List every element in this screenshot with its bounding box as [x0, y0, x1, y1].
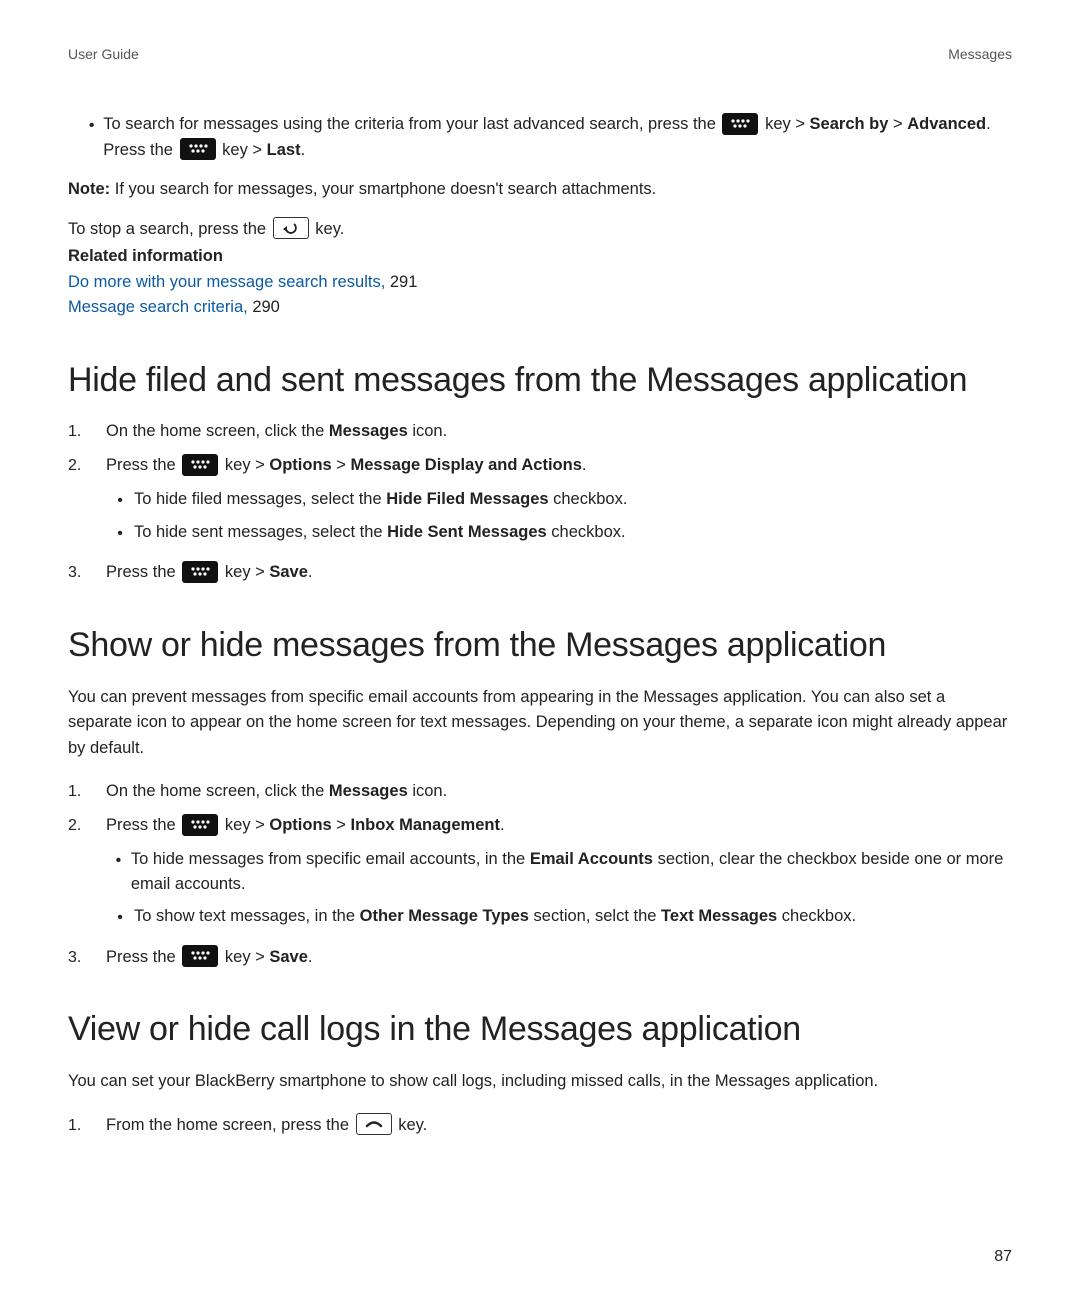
- blackberry-key-icon: [182, 561, 218, 583]
- page-header: User Guide Messages: [68, 46, 1012, 62]
- bullet-marker: •: [106, 904, 134, 931]
- bullet-marker: •: [106, 847, 131, 898]
- section-a-steps: 1. On the home screen, click the Message…: [68, 419, 1012, 586]
- step-content: From the home screen, press the key.: [106, 1113, 1012, 1139]
- substeps: • To hide messages from specific email a…: [106, 847, 1012, 931]
- substep: • To hide messages from specific email a…: [106, 847, 1012, 898]
- section-b-paragraph: You can prevent messages from specific e…: [68, 685, 1012, 762]
- note-text: If you search for messages, your smartph…: [110, 180, 656, 198]
- substep: • To hide sent messages, select the Hide…: [106, 520, 1012, 547]
- step-content: Press the key > Options > Message Displa…: [106, 453, 1012, 552]
- section-show-hide-messages-title: Show or hide messages from the Messages …: [68, 624, 1012, 667]
- section-c-steps: 1. From the home screen, press the key.: [68, 1113, 1012, 1139]
- step: 1. From the home screen, press the key.: [68, 1113, 1012, 1139]
- blackberry-key-icon: [182, 945, 218, 967]
- note-paragraph: Note: If you search for messages, your s…: [68, 177, 1012, 203]
- step-number: 1.: [68, 1113, 106, 1139]
- blackberry-key-icon: [182, 454, 218, 476]
- blackberry-key-icon: [722, 113, 758, 135]
- step-content: Press the key > Save.: [106, 560, 1012, 586]
- page-body: • To search for messages using the crite…: [68, 112, 1012, 1138]
- back-key-icon: [273, 217, 309, 239]
- step-content: Press the key > Save.: [106, 945, 1012, 971]
- page: User Guide Messages • To search for mess…: [0, 0, 1080, 1296]
- bullet-marker: •: [106, 520, 134, 547]
- substeps: • To hide filed messages, select the Hid…: [106, 487, 1012, 547]
- page-number: 87: [994, 1248, 1012, 1266]
- related-info-heading: Related information: [68, 244, 1012, 270]
- step: 2. Press the key > Options > Inbox Manag…: [68, 813, 1012, 936]
- stop-search-line: To stop a search, press the key.: [68, 217, 1012, 243]
- step: 2. Press the key > Options > Message Dis…: [68, 453, 1012, 552]
- step-number: 3.: [68, 560, 106, 586]
- related-link-2[interactable]: Message search criteria, 290: [68, 295, 1012, 321]
- header-left: User Guide: [68, 46, 139, 62]
- search-tip-text: To search for messages using the criteri…: [103, 112, 1012, 163]
- step-number: 1.: [68, 419, 106, 445]
- step-number: 2.: [68, 813, 106, 839]
- section-c-paragraph: You can set your BlackBerry smartphone t…: [68, 1069, 1012, 1095]
- step: 3. Press the key > Save.: [68, 560, 1012, 586]
- step: 3. Press the key > Save.: [68, 945, 1012, 971]
- bullet-marker: •: [106, 487, 134, 514]
- header-right: Messages: [948, 46, 1012, 62]
- step: 1. On the home screen, click the Message…: [68, 779, 1012, 805]
- blackberry-key-icon: [180, 138, 216, 160]
- related-link-1[interactable]: Do more with your message search results…: [68, 270, 1012, 296]
- search-tip-bullet: • To search for messages using the crite…: [80, 112, 1012, 163]
- step-content: On the home screen, click the Messages i…: [106, 419, 1012, 445]
- substep: • To hide filed messages, select the Hid…: [106, 487, 1012, 514]
- substep: • To show text messages, in the Other Me…: [106, 904, 1012, 931]
- blackberry-key-icon: [182, 814, 218, 836]
- phone-key-icon: [356, 1113, 392, 1135]
- note-label: Note:: [68, 180, 110, 198]
- step: 1. On the home screen, click the Message…: [68, 419, 1012, 445]
- step-number: 3.: [68, 945, 106, 971]
- step-content: Press the key > Options > Inbox Manageme…: [106, 813, 1012, 936]
- bullet-marker: •: [80, 112, 103, 163]
- section-hide-filed-sent-title: Hide filed and sent messages from the Me…: [68, 359, 1012, 402]
- step-content: On the home screen, click the Messages i…: [106, 779, 1012, 805]
- step-number: 2.: [68, 453, 106, 479]
- step-number: 1.: [68, 779, 106, 805]
- section-b-steps: 1. On the home screen, click the Message…: [68, 779, 1012, 970]
- section-call-logs-title: View or hide call logs in the Messages a…: [68, 1008, 1012, 1051]
